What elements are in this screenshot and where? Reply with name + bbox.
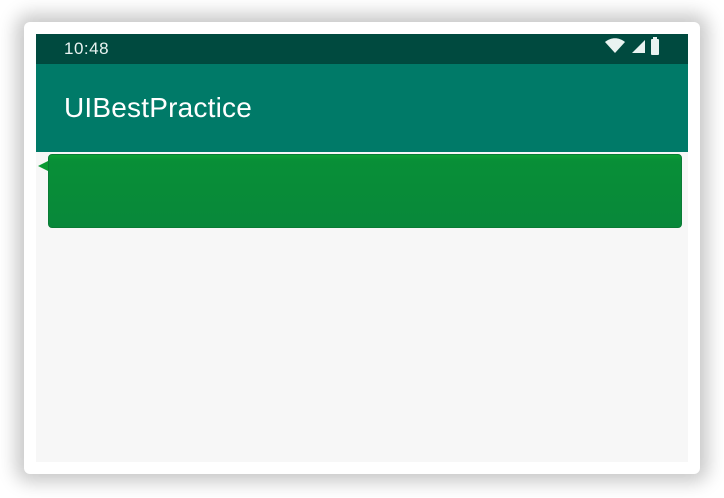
status-icons <box>604 36 660 60</box>
device-screen: 10:48 UIBestPractice <box>36 34 688 462</box>
signal-icon <box>630 38 646 59</box>
screenshot-frame: 10:48 UIBestPractice <box>0 0 724 498</box>
status-time: 10:48 <box>64 39 110 58</box>
app-title: UIBestPractice <box>64 92 252 123</box>
message-list[interactable] <box>36 152 688 462</box>
status-bar: 10:48 <box>36 34 688 64</box>
app-bar: UIBestPractice <box>36 64 688 152</box>
message-bubble[interactable] <box>48 154 682 228</box>
wifi-icon <box>604 37 626 59</box>
battery-icon <box>650 36 660 60</box>
